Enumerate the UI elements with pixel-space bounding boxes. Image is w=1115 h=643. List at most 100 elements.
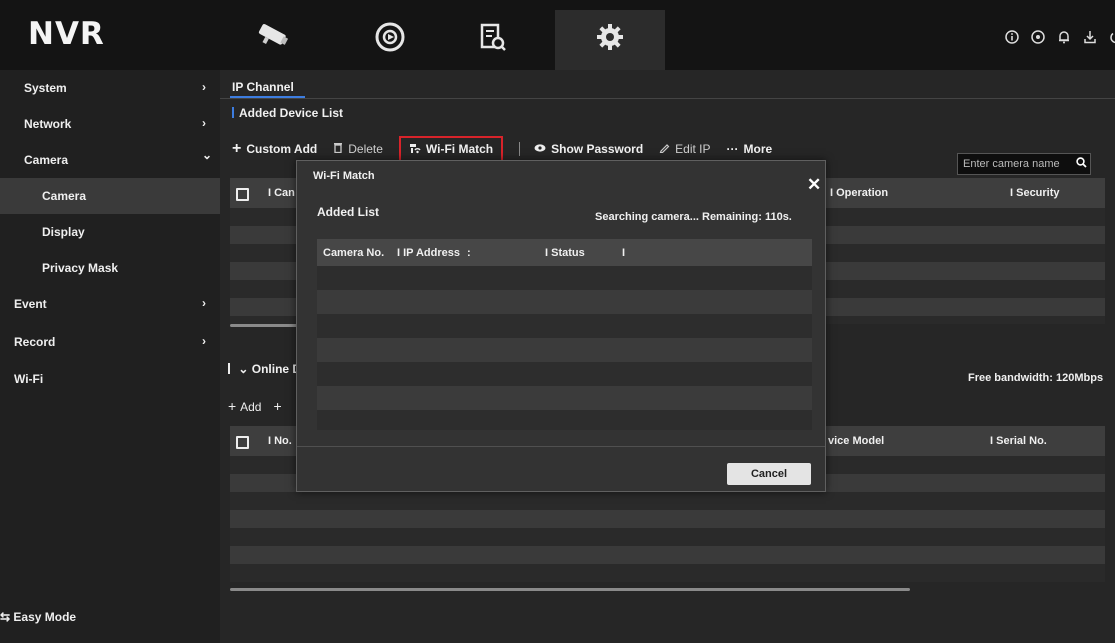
dialog-row[interactable] bbox=[317, 314, 812, 338]
chevron-right-icon: › bbox=[202, 116, 206, 130]
cancel-button[interactable]: Cancel bbox=[727, 463, 811, 485]
chevron-right-icon: › bbox=[202, 334, 206, 348]
dialog-footer-divider bbox=[297, 446, 825, 447]
select-all-checkbox[interactable] bbox=[236, 436, 249, 449]
table-row[interactable] bbox=[230, 546, 1105, 564]
camera-icon bbox=[258, 24, 289, 45]
added-list-title: Added List bbox=[317, 205, 379, 219]
plus-icon: + bbox=[232, 140, 242, 157]
plus-icon[interactable]: + bbox=[273, 398, 281, 414]
chevron-right-icon: › bbox=[202, 296, 206, 310]
sidebar-item-label: Wi-Fi bbox=[14, 372, 44, 386]
col-camera: I Can bbox=[268, 187, 295, 199]
wifi-match-icon bbox=[409, 142, 421, 157]
more-button[interactable]: ··· More bbox=[727, 142, 773, 156]
plus-icon: + bbox=[228, 398, 241, 414]
search-status-text: Searching camera... Remaining: 110s. bbox=[595, 211, 792, 223]
col-no: I No. bbox=[268, 435, 292, 447]
dialog-row[interactable] bbox=[317, 338, 812, 362]
delete-button[interactable]: Delete bbox=[333, 142, 383, 156]
more-dots-icon: ··· bbox=[726, 142, 739, 156]
top-right-icons bbox=[1005, 30, 1115, 44]
online-devices-title: Online D bbox=[251, 362, 302, 376]
table-row[interactable] bbox=[230, 510, 1105, 528]
dialog-row[interactable] bbox=[317, 386, 812, 410]
custom-add-label: Custom Add bbox=[246, 142, 318, 156]
dialog-row[interactable] bbox=[317, 290, 812, 314]
camera-search-input[interactable]: Enter camera name bbox=[957, 153, 1091, 175]
table-row[interactable] bbox=[230, 528, 1105, 546]
nav-playback[interactable] bbox=[360, 14, 420, 60]
search-icon[interactable] bbox=[1072, 157, 1090, 171]
search-file-icon bbox=[480, 23, 506, 51]
wifi-match-dialog: Wi-Fi Match ✕ Added List Searching camer… bbox=[296, 160, 826, 492]
playback-icon bbox=[375, 22, 405, 52]
nav-search[interactable] bbox=[462, 14, 522, 60]
app-logo: NVR bbox=[28, 16, 105, 52]
sidebar-item-camera-group[interactable]: Camera ⌄ bbox=[0, 142, 220, 178]
select-all-checkbox[interactable] bbox=[236, 188, 249, 201]
col-security: I Security bbox=[1010, 187, 1060, 199]
trash-icon bbox=[333, 142, 343, 156]
bell-icon[interactable] bbox=[1057, 30, 1071, 44]
add-label: Add bbox=[240, 400, 262, 414]
col-operation: I Operation bbox=[830, 187, 889, 199]
status-icon[interactable] bbox=[1031, 30, 1045, 44]
sidebar-item-label: Network bbox=[24, 117, 72, 131]
add-button[interactable]: + Add bbox=[228, 398, 261, 414]
show-password-button[interactable]: Show Password bbox=[534, 142, 643, 156]
sidebar-item-system[interactable]: System › bbox=[0, 70, 220, 106]
custom-add-button[interactable]: + Custom Add bbox=[232, 140, 317, 158]
top-bar: NVR bbox=[0, 0, 1115, 73]
chevron-right-icon: › bbox=[202, 80, 206, 94]
device-toolbar: + Custom Add Delete Wi-Fi Match Show Pas… bbox=[232, 135, 788, 163]
chevron-down-icon: ⌄ bbox=[238, 362, 249, 376]
sidebar-item-privacy-mask[interactable]: Privacy Mask bbox=[0, 250, 220, 286]
sidebar-item-label: Camera bbox=[24, 153, 69, 167]
sidebar-item-camera[interactable]: Camera bbox=[0, 178, 220, 214]
online-devices-toggle[interactable]: ⌄ Online D bbox=[228, 362, 301, 376]
free-bandwidth: Free bandwidth: 120Mbps bbox=[968, 372, 1104, 384]
edit-ip-label: Edit IP bbox=[675, 142, 711, 156]
show-password-label: Show Password bbox=[551, 142, 644, 156]
sidebar-item-display[interactable]: Display bbox=[0, 214, 220, 250]
edit-ip-button[interactable]: Edit IP bbox=[659, 142, 711, 156]
sidebar-item-record[interactable]: Record › bbox=[0, 324, 220, 360]
search-placeholder: Enter camera name bbox=[963, 158, 1060, 170]
table2-scrollbar[interactable] bbox=[230, 588, 910, 591]
sidebar-item-label: Event bbox=[14, 297, 47, 311]
sidebar-item-wifi[interactable]: Wi-Fi bbox=[0, 361, 220, 397]
dialog-header-separator: I bbox=[622, 247, 626, 259]
added-device-list-title: Added Device List bbox=[232, 106, 343, 120]
sidebar-item-event[interactable]: Event › bbox=[0, 286, 220, 322]
section-marker bbox=[228, 363, 230, 374]
dialog-row[interactable] bbox=[317, 266, 812, 290]
power-icon[interactable] bbox=[1109, 30, 1115, 44]
dialog-header-separator: : bbox=[467, 247, 471, 259]
toolbar-separator bbox=[519, 142, 521, 156]
settings-gear-icon bbox=[597, 24, 623, 50]
download-icon[interactable] bbox=[1083, 30, 1097, 44]
tab-ip-channel[interactable]: IP Channel bbox=[232, 80, 294, 94]
dialog-row[interactable] bbox=[317, 362, 812, 386]
sidebar-item-network[interactable]: Network › bbox=[0, 106, 220, 142]
tab-active-underline bbox=[230, 96, 305, 98]
wifi-match-button[interactable]: Wi-Fi Match bbox=[398, 135, 504, 163]
sidebar-item-label: Camera bbox=[42, 189, 87, 203]
easy-mode-button[interactable]: ⇆ Easy Mode bbox=[0, 610, 76, 624]
online-toolbar: + Add + bbox=[228, 398, 282, 414]
col-serial-no: I Serial No. bbox=[990, 435, 1047, 447]
table-row[interactable] bbox=[230, 564, 1105, 582]
table-row[interactable] bbox=[230, 492, 1105, 510]
eye-icon bbox=[534, 142, 546, 156]
dialog-row[interactable] bbox=[317, 410, 812, 430]
sidebar-item-label: Display bbox=[42, 225, 85, 239]
sidebar-item-label: Privacy Mask bbox=[42, 261, 119, 275]
close-icon[interactable]: ✕ bbox=[807, 175, 821, 195]
info-icon[interactable] bbox=[1005, 30, 1019, 44]
sidebar-item-label: System bbox=[24, 81, 67, 95]
nav-settings[interactable] bbox=[580, 14, 640, 60]
more-label: More bbox=[743, 142, 773, 156]
nav-live-view[interactable] bbox=[242, 14, 302, 60]
dialog-title: Wi-Fi Match bbox=[313, 170, 375, 182]
